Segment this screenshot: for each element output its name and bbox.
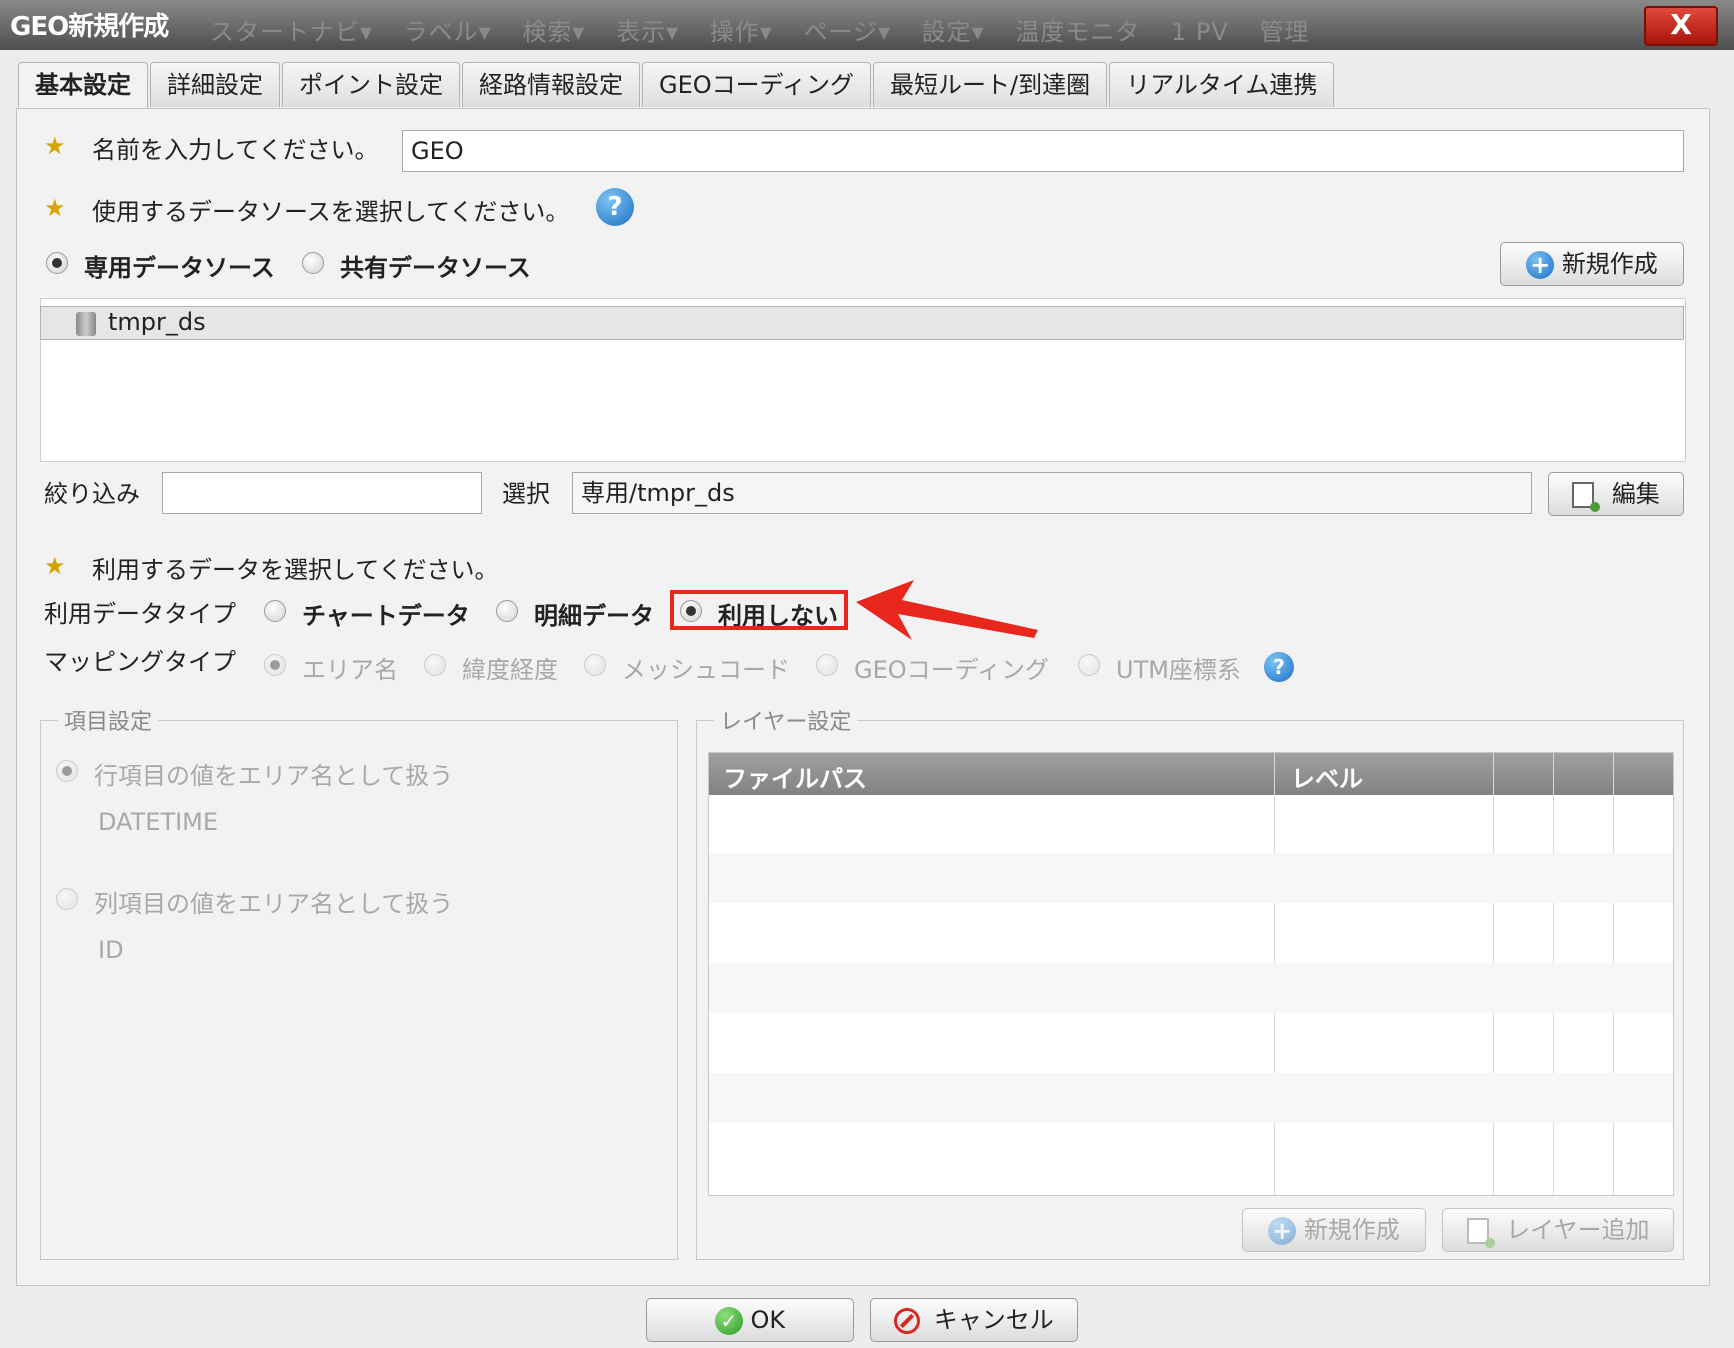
radio-label: 緯度経度: [462, 656, 558, 684]
add-icon: +: [1526, 251, 1555, 279]
tab-basic-settings[interactable]: 基本設定: [18, 62, 148, 109]
button-label: 新規作成: [1303, 1216, 1400, 1244]
bg-menu-item: ラベル▾: [403, 18, 492, 46]
bg-menu-item: ページ▾: [803, 18, 892, 46]
radio-geocoding[interactable]: [816, 654, 838, 676]
radio-label: 列項目の値をエリア名として扱う: [94, 890, 454, 918]
button-label: 新規作成: [1561, 250, 1658, 278]
edit-button[interactable]: 編集: [1548, 472, 1684, 516]
name-input[interactable]: [402, 130, 1684, 172]
radio-label: UTM座標系: [1116, 656, 1241, 684]
radio-dedicated-datasource[interactable]: [46, 252, 68, 274]
radio-label: GEOコーディング: [854, 656, 1049, 684]
list-item[interactable]: [40, 306, 1684, 340]
highlight-box: [670, 590, 848, 630]
tab-point-settings[interactable]: ポイント設定: [282, 62, 460, 107]
layer-settings-legend: レイヤー設定: [714, 704, 858, 736]
background-menu: スタートナビ▾ ラベル▾ 検索▾ 表示▾ 操作▾ ページ▾ 設定▾ 温度モニタ …: [210, 12, 1331, 47]
radio-label: 共有データソース: [340, 254, 531, 282]
data-select-label: 利用するデータを選択してください。: [92, 556, 499, 584]
filter-input[interactable]: [162, 472, 482, 514]
mapping-label: マッピングタイプ: [44, 648, 236, 676]
radio-row-as-area[interactable]: [56, 760, 78, 782]
add-layer-button[interactable]: レイヤー追加: [1442, 1208, 1674, 1252]
column-header-level[interactable]: レベル: [1291, 759, 1363, 794]
radio-label: チャートデータ: [302, 602, 470, 630]
datasource-new-button[interactable]: + 新規作成: [1500, 242, 1684, 286]
database-icon: [76, 312, 96, 336]
name-label: 名前を入力してください。: [92, 136, 379, 164]
radio-col-as-area[interactable]: [56, 888, 78, 910]
tab-shortest-route[interactable]: 最短ルート/到達圏: [872, 62, 1108, 107]
tab-detail-settings[interactable]: 詳細設定: [150, 62, 280, 107]
radio-mesh-code[interactable]: [584, 654, 606, 676]
bg-menu-item: 管理: [1259, 18, 1310, 46]
radio-label: 行項目の値をエリア名として扱う: [94, 762, 454, 790]
star-icon: ★: [44, 552, 66, 580]
filter-label: 絞り込み: [44, 480, 140, 508]
radio-lat-lng[interactable]: [424, 654, 446, 676]
radio-detail-data[interactable]: [496, 600, 518, 622]
add-icon: +: [1268, 1217, 1297, 1245]
datasource-name: tmpr_ds: [108, 308, 206, 336]
close-button[interactable]: X: [1644, 6, 1718, 46]
table-row[interactable]: [709, 963, 1673, 1013]
star-icon: ★: [44, 194, 66, 222]
radio-chart-data[interactable]: [264, 600, 286, 622]
star-icon: ★: [44, 132, 66, 160]
help-icon[interactable]: ?: [596, 188, 634, 226]
datasource-label: 使用するデータソースを選択してください。: [92, 198, 570, 226]
tab-bar: 基本設定 詳細設定 ポイント設定 経路情報設定 GEOコーディング 最短ルート/…: [18, 62, 1336, 109]
tab-geocoding[interactable]: GEOコーディング: [642, 62, 871, 107]
column-header-filepath[interactable]: ファイルパス: [723, 759, 867, 794]
tab-realtime[interactable]: リアルタイム連携: [1109, 62, 1335, 107]
table-row[interactable]: [709, 853, 1673, 903]
bg-menu-item: スタートナビ▾: [210, 18, 374, 46]
help-icon[interactable]: ?: [1264, 652, 1294, 682]
item-settings-fieldset: [40, 720, 678, 1260]
datatype-label: 利用データタイプ: [44, 600, 236, 628]
add-layer-doc-icon: [1466, 1218, 1495, 1248]
ok-button[interactable]: ✓ OK: [646, 1298, 854, 1342]
cancel-button[interactable]: キャンセル: [870, 1298, 1078, 1342]
row-item-value: DATETIME: [98, 808, 219, 836]
select-label: 選択: [502, 480, 550, 508]
check-icon: ✓: [714, 1307, 743, 1335]
radio-shared-datasource[interactable]: [302, 252, 324, 274]
bg-menu-item: 1 PV: [1170, 18, 1229, 46]
radio-label: メッシュコード: [622, 656, 790, 684]
selected-datasource-field: 専用/tmpr_ds: [572, 472, 1532, 514]
radio-area-name[interactable]: [264, 654, 286, 676]
red-arrow-annotation: [856, 580, 1038, 640]
table-row[interactable]: [709, 1073, 1673, 1123]
layer-grid: ファイルパス レベル: [708, 752, 1674, 1196]
radio-utm[interactable]: [1078, 654, 1100, 676]
cancel-icon: [894, 1308, 921, 1334]
button-label: 編集: [1611, 480, 1660, 508]
layer-new-button[interactable]: + 新規作成: [1242, 1208, 1426, 1252]
bg-menu-item: 温度モニタ: [1015, 18, 1141, 46]
item-settings-legend: 項目設定: [58, 704, 159, 736]
bg-menu-item: 操作▾: [709, 18, 773, 46]
bg-menu-item: 検索▾: [522, 18, 586, 46]
window-title: GEO新規作成: [10, 12, 169, 42]
button-label: レイヤー追加: [1506, 1216, 1650, 1244]
button-label: OK: [750, 1306, 786, 1334]
radio-label: 専用データソース: [84, 254, 275, 282]
col-item-value: ID: [98, 936, 124, 964]
button-label: キャンセル: [933, 1306, 1054, 1334]
radio-label: 明細データ: [534, 602, 654, 630]
tab-route-settings[interactable]: 経路情報設定: [462, 62, 640, 107]
bg-menu-item: 表示▾: [616, 18, 680, 46]
radio-label: エリア名: [302, 656, 398, 684]
bg-menu-item: 設定▾: [921, 18, 985, 46]
edit-doc-icon: [1572, 482, 1601, 512]
